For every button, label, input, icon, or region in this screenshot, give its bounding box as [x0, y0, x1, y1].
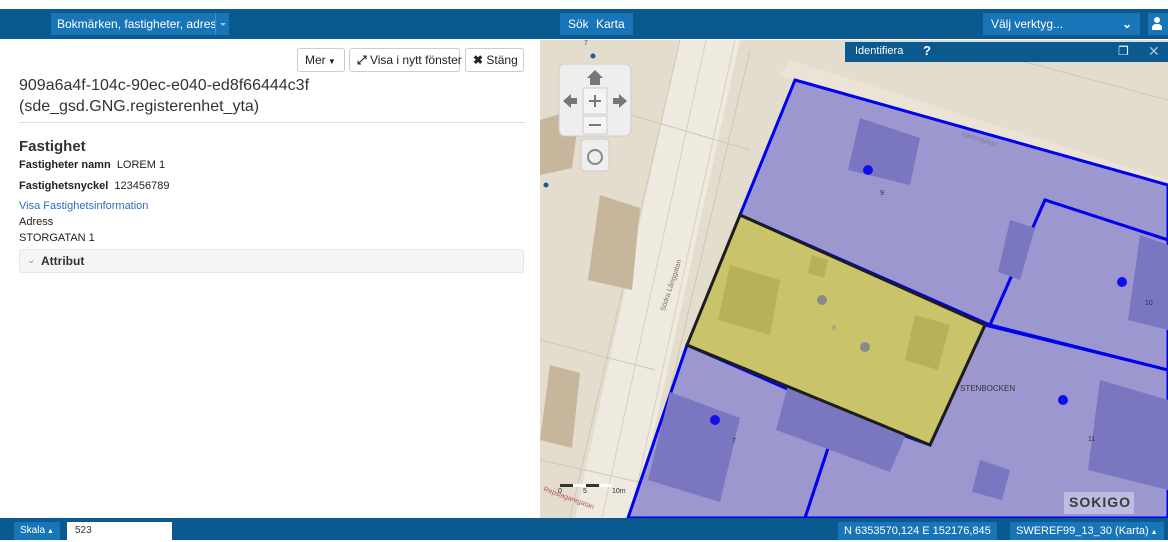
scale-input[interactable]: [67, 522, 172, 540]
property-name-label: Fastigheter namn: [19, 159, 111, 171]
parcel-point: [1058, 395, 1068, 405]
caret-down-icon: ▼: [325, 57, 336, 66]
section-title: Fastighet: [19, 138, 86, 155]
identify-title: Identifiera: [855, 45, 904, 57]
lot-number: 8: [832, 325, 836, 332]
parcel-point: [710, 415, 720, 425]
expand-icon: ⤢: [357, 53, 367, 67]
caret-up-icon: ▲: [45, 528, 54, 535]
property-key-label: Fastighetsnyckel: [19, 180, 109, 192]
lot-number: 9: [880, 190, 884, 197]
lot-number: 11: [1088, 436, 1096, 443]
crs-selector[interactable]: SWEREF99_13_30 (Karta) ▲: [1010, 522, 1164, 540]
more-button[interactable]: Mer ▼: [297, 48, 345, 72]
coordinate-readout: N 6353570,124 E 152176,845: [838, 522, 997, 540]
close-icon[interactable]: ✕: [1148, 43, 1160, 60]
parcel-point: [860, 342, 870, 352]
home-icon[interactable]: [590, 64, 608, 84]
zoom-out-button[interactable]: [583, 116, 607, 134]
block-name: STENBOCKEN: [960, 384, 1016, 393]
property-key-value: 123456789: [114, 180, 170, 192]
lot-number: 10: [1145, 300, 1153, 307]
address-label: Adress: [19, 216, 54, 228]
tool-select[interactable]: Välj verktyg... ⌄: [983, 13, 1140, 35]
open-new-window-label: Visa i nytt fönster: [369, 53, 462, 67]
zoom-in-button[interactable]: [583, 88, 607, 114]
parcel-point: [863, 165, 873, 175]
tab-map[interactable]: Karta: [588, 13, 633, 35]
scalebar-tick: 5: [583, 488, 587, 495]
more-button-label: Mer: [305, 53, 326, 67]
tool-select-label: Välj verktyg...: [991, 17, 1064, 31]
pan-right-icon[interactable]: [612, 93, 632, 109]
object-id: 909a6a4f-104c-90ec-e040-ed8f66444c3f: [19, 77, 310, 94]
property-name-value: LOREM 1: [116, 159, 166, 171]
restore-window-icon[interactable]: ❐: [1118, 44, 1129, 58]
pan-left-icon[interactable]: [561, 93, 581, 109]
scale-label: Skala: [20, 525, 46, 536]
lot-number: 7: [732, 438, 736, 445]
close-button-label: Stäng: [486, 53, 518, 67]
property-info-link[interactable]: Visa Fastighetsinformation: [19, 200, 148, 212]
user-icon[interactable]: [1148, 13, 1168, 35]
help-icon[interactable]: ?: [923, 43, 931, 58]
bookmarks-search-button[interactable]: Bokmärken, fastigheter, adres…: [51, 13, 215, 35]
open-new-window-button[interactable]: ⤢ Visa i nytt fönster: [349, 48, 462, 72]
address-value: STORGATAN 1: [19, 232, 95, 244]
property-key-row: Fastighetsnyckel 123456789: [19, 180, 169, 192]
close-button[interactable]: ✖ Stäng: [465, 48, 524, 72]
caret-up-icon: ▲: [1148, 529, 1158, 536]
locate-icon[interactable]: [581, 139, 609, 171]
scalebar-tick: 0: [558, 488, 562, 495]
sokigo-logo-text: SOKIGO: [1069, 494, 1132, 510]
attributes-label: Attribut: [41, 254, 85, 268]
layer-name: (sde_gsd.GNG.registerenhet_yta): [19, 98, 260, 115]
map-graphics[interactable]: [540, 40, 1168, 518]
scalebar: [560, 484, 612, 487]
chevron-down-icon: ⌄: [27, 255, 36, 266]
attributes-accordion[interactable]: ⌄ Attribut: [19, 249, 524, 273]
lot-number: 7: [584, 40, 588, 47]
parcel-point: [817, 295, 827, 305]
bookmarks-dropdown-toggle[interactable]: [215, 13, 229, 35]
crs-label: SWEREF99_13_30 (Karta): [1016, 525, 1149, 537]
map-canvas[interactable]: Västergatan Södra Långgatan Repslagarega…: [540, 40, 1168, 518]
identify-window-header: Identifiera ? ❐ ✕: [845, 42, 1168, 62]
scalebar-tick: 10m: [612, 488, 626, 495]
property-name-row: Fastigheter namn LOREM 1: [19, 159, 165, 171]
divider: [19, 122, 525, 123]
scale-selector[interactable]: Skala ▲: [14, 522, 60, 540]
parcel-point: [1117, 277, 1127, 287]
chevron-down-icon: ⌄: [1121, 17, 1132, 31]
close-icon: ✖: [473, 53, 484, 67]
